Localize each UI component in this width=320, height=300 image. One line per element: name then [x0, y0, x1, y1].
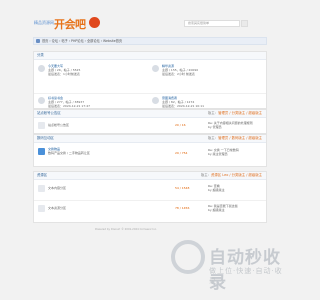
- section-title[interactable]: 数码互动区: [37, 136, 54, 140]
- forum-item[interactable]: 好书读书会 主题 / 277，帖子 / 38937 最后发表：2024-12-2…: [48, 96, 90, 108]
- thread-last-post[interactable]: Re: 查看 by 超级版主: [208, 184, 225, 192]
- announcement-panel: 站点帐号公告区 版主：管理员 / 分类版主 / 超级版主 站点帐号公告区 20 …: [33, 109, 267, 134]
- section-title[interactable]: 资源区: [37, 173, 47, 177]
- category-header: 分类: [34, 52, 266, 60]
- search-button[interactable]: [241, 20, 248, 27]
- breadcrumb-text[interactable]: 首页 › 论坛 › 帖子 › PHP论坛 › 全部论坛 › Website首页: [42, 39, 122, 43]
- logo-badge-icon: [89, 17, 100, 28]
- thread-last-post[interactable]: Re: 关于内容相关问题的处理规则 by 管理员: [208, 121, 253, 129]
- thread-item[interactable]: 交换物品 数码产品交换 / 二手物品转让区: [48, 147, 90, 155]
- thread-icon: [38, 205, 45, 212]
- divider: [34, 93, 266, 94]
- forum-icon: [152, 97, 159, 104]
- last-post-by: by 版主管理员: [208, 152, 228, 156]
- moderator-label: 版主：: [200, 173, 212, 177]
- category-title: 分类: [37, 53, 44, 57]
- forum-last-post: 最后发表：1小时前发表: [48, 72, 80, 76]
- section-header: 资源区 版主：资源区 Leo / 分类版主 / 超级版主: [34, 172, 266, 180]
- last-post-by: by 超级版主: [208, 208, 225, 212]
- moderators: 版主：资源区 Leo / 分类版主 / 超级版主: [201, 172, 262, 179]
- divider: [34, 200, 266, 201]
- thread-title[interactable]: 站点帐号公告区: [48, 123, 69, 127]
- forum-item[interactable]: 今天要大写 主题 / 2K，帖子 / 5525 最后发表：1小时前发表: [48, 64, 80, 76]
- footer-text: Powered by Discuz! © 2001-2024 Comsenz I…: [95, 228, 157, 231]
- forum-last-post: 最后发表：2小时 前发表: [162, 72, 195, 76]
- thread-count: 29 / 754: [175, 151, 188, 155]
- logo-subtitle: 精品资源网: [34, 20, 54, 25]
- thread-title[interactable]: 文本内容分区: [48, 186, 66, 190]
- thread-desc: 数码产品交换 / 二手物品转让区: [48, 151, 90, 155]
- moderators: 版主：管理员 / 数码版主 / 超级版主: [208, 135, 262, 142]
- thread-last-post[interactable]: Re: 我是否能下载这些 by 超级版主: [208, 204, 238, 212]
- home-icon[interactable]: [36, 39, 40, 43]
- last-post-by: by 超级版主: [208, 188, 225, 192]
- thread-last-post[interactable]: Re: 交换 一下日常数码 by 版主管理员: [208, 148, 239, 156]
- thread-count: 20 / 16: [175, 123, 186, 127]
- thread-title[interactable]: 文本资源分区: [48, 206, 66, 210]
- forum-icon: [38, 97, 45, 104]
- breadcrumb: 首页 › 论坛 › 帖子 › PHP论坛 › 全部论坛 › Website首页: [33, 37, 267, 45]
- forum-icon: [38, 65, 45, 72]
- watermark: 自动秒收录 做上位·快速·自动·收录: [171, 236, 283, 293]
- thread-icon: [38, 122, 45, 129]
- thread-icon: [38, 148, 45, 155]
- moderator-label: 版主：: [207, 136, 219, 140]
- forum-item[interactable]: 精华资源 主题 / 155，帖子 / 20090 最后发表：2小时 前发表: [162, 64, 198, 76]
- site-logo[interactable]: 精品资源网 开会吧: [34, 15, 104, 31]
- moderator-list[interactable]: 资源区 Leo / 分类版主 / 超级版主: [211, 173, 262, 177]
- resource-panel: 资源区 版主：资源区 Leo / 分类版主 / 超级版主 文本内容分区 54 /…: [33, 171, 267, 223]
- moderator-list[interactable]: 管理员 / 分类版主 / 超级版主: [218, 111, 262, 115]
- last-post-by: by 管理员: [208, 125, 222, 129]
- search-input[interactable]: 搜索其实很简单: [184, 20, 240, 27]
- watermark-logo-icon: [171, 240, 205, 274]
- thread-icon: [38, 185, 45, 192]
- forum-icon: [152, 65, 159, 72]
- thread-count: 78 / 1456: [175, 206, 190, 210]
- moderator-label: 版主：: [207, 111, 219, 115]
- logo-text: 开会吧: [54, 18, 86, 31]
- digital-panel: 数码互动区 版主：管理员 / 数码版主 / 超级版主 交换物品 数码产品交换 /…: [33, 134, 267, 167]
- moderator-list[interactable]: 管理员 / 数码版主 / 超级版主: [218, 136, 262, 140]
- section-header: 站点帐号公告区 版主：管理员 / 分类版主 / 超级版主: [34, 110, 266, 118]
- thread-count: 54 / 1548: [175, 186, 190, 190]
- watermark-subtitle: 做上位·快速·自动·收录: [209, 267, 283, 285]
- forum-item[interactable]: 意图消费者 主题 / 82，帖子 / 1274 最后发表：2024-12-21 …: [162, 96, 204, 108]
- moderators: 版主：管理员 / 分类版主 / 超级版主: [208, 110, 262, 117]
- section-title[interactable]: 站点帐号公告区: [37, 111, 61, 115]
- section-header: 数码互动区 版主：管理员 / 数码版主 / 超级版主: [34, 135, 266, 143]
